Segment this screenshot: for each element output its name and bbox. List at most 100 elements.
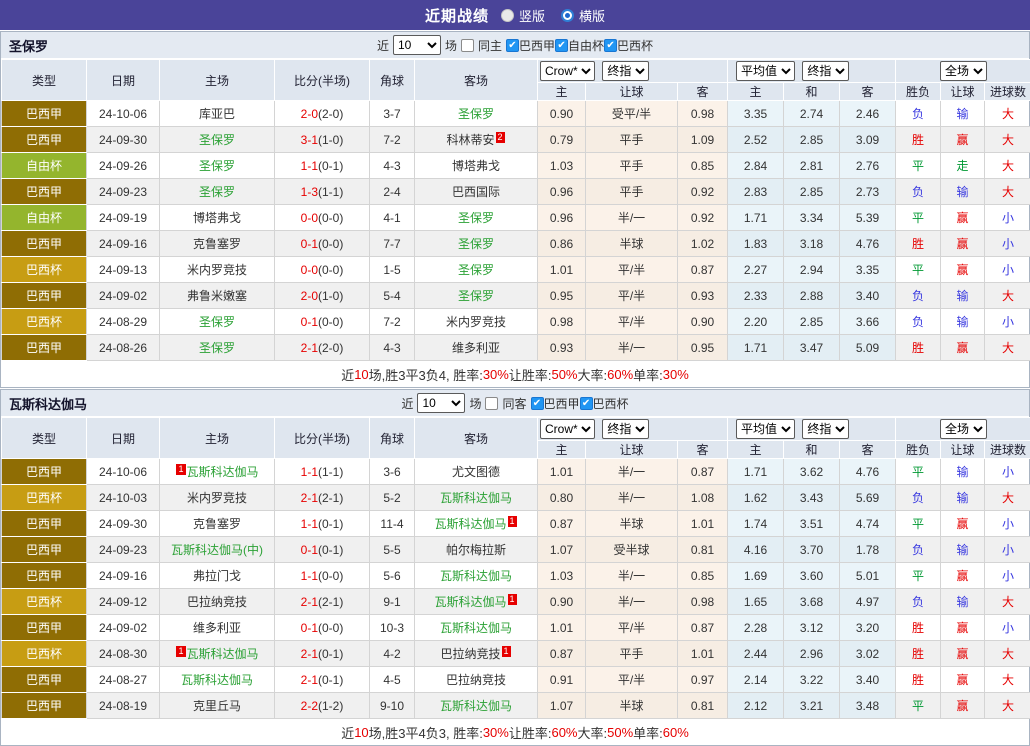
- average-stage-select[interactable]: 终指: [802, 61, 849, 81]
- match-date: 24-08-26: [87, 335, 160, 361]
- team-link[interactable]: 巴拉纳竞技: [187, 595, 247, 609]
- radio-horizontal-icon[interactable]: [561, 9, 574, 22]
- average-stage-select[interactable]: 终指: [802, 419, 849, 439]
- league-checkbox[interactable]: ✔: [506, 39, 519, 52]
- team-link[interactable]: 圣保罗: [458, 211, 494, 225]
- fulltime-score[interactable]: 2-0: [301, 107, 318, 121]
- league-checkbox[interactable]: ✔: [531, 397, 544, 410]
- match-date: 24-09-02: [87, 615, 160, 641]
- fulltime-score[interactable]: 0-1: [301, 315, 318, 329]
- league-checkbox[interactable]: ✔: [555, 39, 568, 52]
- team-link[interactable]: 克鲁塞罗: [193, 237, 241, 251]
- same-venue-checkbox[interactable]: [461, 39, 474, 52]
- team-link[interactable]: 瓦斯科达伽马: [440, 699, 512, 713]
- match-row: 巴西杯24-09-13米内罗竞技0-0(0-0)1-5圣保罗1.01平/半0.8…: [2, 257, 1030, 283]
- result-handicap: 赢: [941, 231, 985, 257]
- radio-option-vertical[interactable]: 竖版: [501, 6, 545, 25]
- corner-count: 4-1: [370, 205, 415, 231]
- team-link[interactable]: 米内罗竞技: [187, 491, 247, 505]
- team-link[interactable]: 巴西国际: [452, 185, 500, 199]
- away-team: 圣保罗: [415, 205, 538, 231]
- team-link[interactable]: 博塔弗戈: [193, 211, 241, 225]
- team-link[interactable]: 瓦斯科达伽马: [440, 491, 512, 505]
- team-link[interactable]: 米内罗竞技: [187, 263, 247, 277]
- team-link[interactable]: 巴拉纳竞技: [446, 673, 506, 687]
- fulltime-score[interactable]: 1-1: [301, 569, 318, 583]
- team-link[interactable]: 瓦斯科达伽马(中): [171, 543, 263, 557]
- bookmaker-select[interactable]: Crow*: [540, 61, 595, 81]
- fulltime-score[interactable]: 1-3: [301, 185, 318, 199]
- team-link[interactable]: 圣保罗: [199, 159, 235, 173]
- bookmaker-select-group: Crow* 终指: [538, 418, 728, 441]
- team-link[interactable]: 帕尔梅拉斯: [446, 543, 506, 557]
- fulltime-select[interactable]: 全场: [940, 419, 987, 439]
- team-link[interactable]: 维多利亚: [193, 621, 241, 635]
- home-team: 巴拉纳竞技: [160, 589, 275, 615]
- league-checkbox[interactable]: ✔: [604, 39, 617, 52]
- team-link[interactable]: 瓦斯科达伽马: [187, 465, 259, 479]
- odds-away: 0.81: [678, 693, 728, 719]
- match-count-select[interactable]: 10: [417, 393, 465, 413]
- team-link[interactable]: 巴拉纳竞技: [440, 647, 500, 661]
- team-link[interactable]: 圣保罗: [458, 289, 494, 303]
- team-link[interactable]: 博塔弗戈: [452, 159, 500, 173]
- team-link[interactable]: 瓦斯科达伽马: [434, 595, 506, 609]
- fulltime-score[interactable]: 2-1: [301, 595, 318, 609]
- team-link[interactable]: 圣保罗: [458, 263, 494, 277]
- team-link[interactable]: 科林蒂安: [446, 133, 494, 147]
- halftime-score: (1-0): [318, 289, 343, 303]
- league-badge: 自由杯: [2, 153, 87, 179]
- same-venue-checkbox[interactable]: [485, 397, 498, 410]
- bookmaker-select[interactable]: Crow*: [540, 419, 595, 439]
- team-link[interactable]: 圣保罗: [458, 107, 494, 121]
- radio-option-horizontal[interactable]: 横版: [561, 6, 605, 25]
- team-link[interactable]: 瓦斯科达伽马: [440, 569, 512, 583]
- fulltime-score[interactable]: 0-0: [301, 263, 318, 277]
- fulltime-score[interactable]: 2-1: [301, 491, 318, 505]
- team-link[interactable]: 弗鲁米嫩塞: [187, 289, 247, 303]
- odds-stage-select[interactable]: 终指: [602, 61, 649, 81]
- team-link[interactable]: 弗拉门戈: [193, 569, 241, 583]
- fulltime-score[interactable]: 2-1: [301, 341, 318, 355]
- team-link[interactable]: 瓦斯科达伽马: [187, 647, 259, 661]
- average-select[interactable]: 平均值: [736, 419, 795, 439]
- subcol-handicap: 让球: [586, 441, 678, 459]
- league-badge: 巴西杯: [2, 641, 87, 667]
- fulltime-select[interactable]: 全场: [940, 61, 987, 81]
- team-link[interactable]: 米内罗竞技: [446, 315, 506, 329]
- team-link[interactable]: 克鲁塞罗: [193, 517, 241, 531]
- fulltime-score[interactable]: 1-1: [301, 159, 318, 173]
- fulltime-score[interactable]: 0-1: [301, 237, 318, 251]
- odds-home: 0.93: [538, 335, 586, 361]
- match-count-select[interactable]: 10: [393, 35, 441, 55]
- team-link[interactable]: 瓦斯科达伽马: [440, 621, 512, 635]
- fulltime-score[interactable]: 0-1: [301, 543, 318, 557]
- team-link[interactable]: 圣保罗: [199, 133, 235, 147]
- team-link[interactable]: 圣保罗: [199, 185, 235, 199]
- home-team: 瓦斯科达伽马: [160, 667, 275, 693]
- fulltime-score[interactable]: 3-1: [301, 133, 318, 147]
- fulltime-score[interactable]: 2-2: [301, 699, 318, 713]
- fulltime-score[interactable]: 1-1: [301, 465, 318, 479]
- fulltime-score[interactable]: 0-1: [301, 621, 318, 635]
- team-link[interactable]: 尤文图德: [452, 465, 500, 479]
- team-link[interactable]: 圣保罗: [199, 341, 235, 355]
- result-handicap: 赢: [941, 511, 985, 537]
- team-link[interactable]: 瓦斯科达伽马: [434, 517, 506, 531]
- league-checkbox[interactable]: ✔: [580, 397, 593, 410]
- fulltime-score[interactable]: 2-0: [301, 289, 318, 303]
- team-link[interactable]: 库亚巴: [199, 107, 235, 121]
- fulltime-score[interactable]: 1-1: [301, 517, 318, 531]
- fulltime-score[interactable]: 2-1: [301, 673, 318, 687]
- team-link[interactable]: 瓦斯科达伽马: [181, 673, 253, 687]
- team-link[interactable]: 维多利亚: [452, 341, 500, 355]
- avg-home: 4.16: [728, 537, 784, 563]
- team-link[interactable]: 圣保罗: [199, 315, 235, 329]
- team-link[interactable]: 圣保罗: [458, 237, 494, 251]
- fulltime-score[interactable]: 0-0: [301, 211, 318, 225]
- radio-vertical-icon[interactable]: [501, 9, 514, 22]
- odds-stage-select[interactable]: 终指: [602, 419, 649, 439]
- fulltime-score[interactable]: 2-1: [301, 647, 318, 661]
- average-select[interactable]: 平均值: [736, 61, 795, 81]
- team-link[interactable]: 克里丘马: [193, 699, 241, 713]
